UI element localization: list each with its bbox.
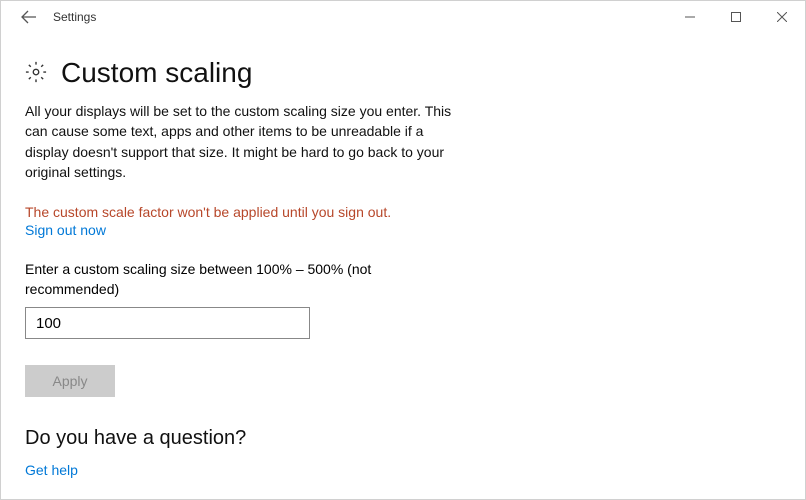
back-button[interactable] <box>13 1 45 33</box>
get-help-link[interactable]: Get help <box>25 462 78 478</box>
minimize-icon <box>685 12 695 22</box>
description-text: All your displays will be set to the cus… <box>25 101 455 182</box>
spacer <box>25 478 773 499</box>
scale-input-label: Enter a custom scaling size between 100%… <box>25 260 425 299</box>
window-controls <box>667 1 805 33</box>
warning-text: The custom scale factor won't be applied… <box>25 204 773 220</box>
scale-input[interactable] <box>25 307 310 339</box>
close-button[interactable] <box>759 1 805 33</box>
window-title: Settings <box>53 10 96 24</box>
sign-out-link[interactable]: Sign out now <box>25 222 106 238</box>
titlebar: Settings <box>1 1 805 33</box>
heading-row: Custom scaling <box>25 57 773 89</box>
maximize-icon <box>731 12 741 22</box>
page-title: Custom scaling <box>61 57 252 89</box>
content-area: Custom scaling All your displays will be… <box>1 33 805 499</box>
close-icon <box>777 12 787 22</box>
question-heading: Do you have a question? <box>25 427 773 450</box>
minimize-button[interactable] <box>667 1 713 33</box>
gear-icon <box>25 61 47 86</box>
apply-button[interactable]: Apply <box>25 365 115 397</box>
back-arrow-icon <box>21 9 37 25</box>
maximize-button[interactable] <box>713 1 759 33</box>
